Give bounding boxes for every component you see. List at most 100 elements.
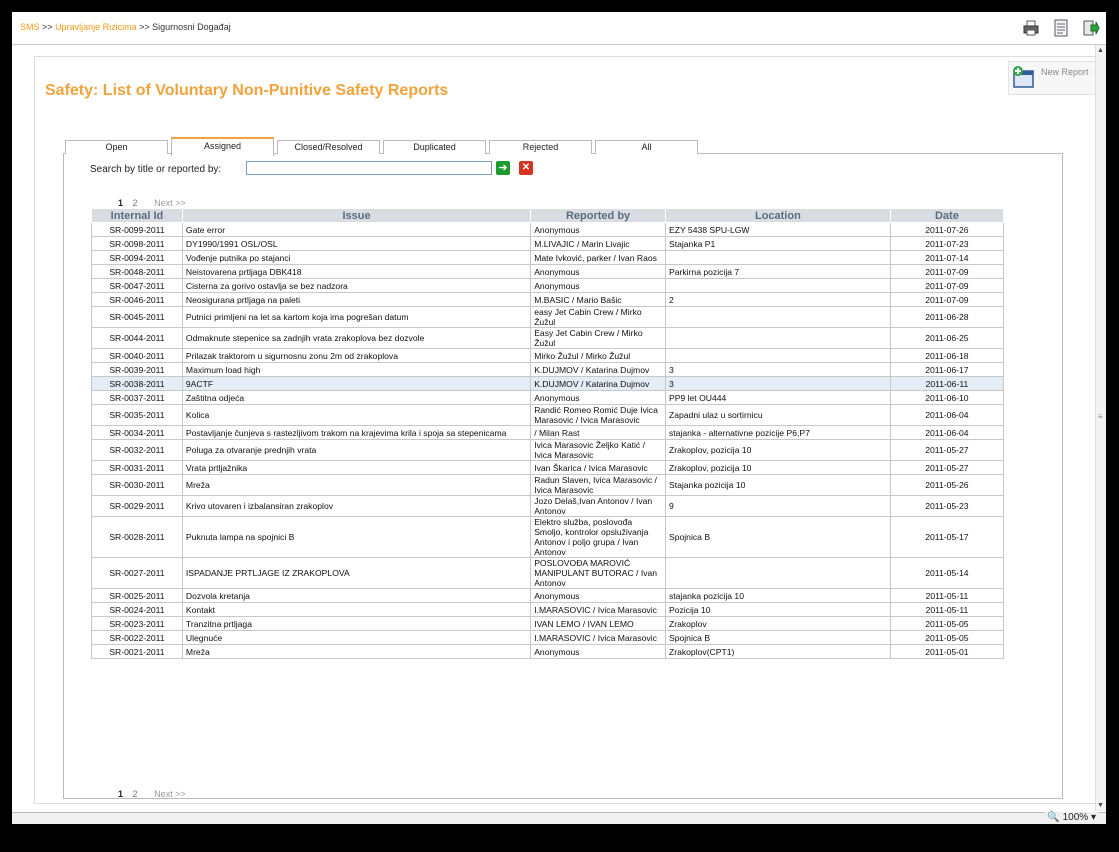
table-row[interactable]: SR-0032-2011 Poluga za otvaranje prednjih… (91, 439, 1005, 461)
cell-internal-id[interactable]: SR-0037-2011 (91, 390, 183, 405)
table-row[interactable]: SR-0098-2011 DY1990/1991 OSL/OSL M.LIVAJIC… (91, 236, 1005, 251)
cell-issue[interactable]: Mreža (181, 474, 532, 496)
cell-issue[interactable]: 9ACTF (181, 376, 532, 391)
cell-issue[interactable]: Krivo utovaren i izbalansiran zrakoplov (181, 495, 532, 517)
cell-internal-id[interactable]: SR-0098-2011 (91, 236, 183, 251)
scroll-grip-icon[interactable]: ≡ (1098, 412, 1103, 421)
cell-internal-id[interactable]: SR-0035-2011 (91, 404, 183, 426)
cell-issue[interactable]: ISPADANJE PRTLJAGE IZ ZRAKOPLOVA (181, 557, 532, 589)
table-row[interactable]: SR-0047-2011 Cisterna za gorivo ostavlja … (91, 278, 1005, 293)
table-row[interactable]: SR-0048-2011 Neistovarena prtljaga DBK418… (91, 264, 1005, 279)
cell-issue[interactable]: Ulegnuće (181, 630, 532, 645)
cell-internal-id[interactable]: SR-0025-2011 (91, 588, 183, 603)
cell-internal-id[interactable]: SR-0039-2011 (91, 362, 183, 377)
cell-issue[interactable]: Gate error (181, 222, 532, 237)
new-report-button[interactable]: New Report (1008, 61, 1097, 95)
tab-open[interactable]: Open (65, 140, 168, 154)
printer-icon[interactable] (1022, 19, 1040, 37)
column-header-issue[interactable]: Issue (181, 208, 532, 223)
table-row[interactable]: SR-0094-2011 Vođenje putnika po stajanci M… (91, 250, 1005, 265)
column-header-location[interactable]: Location (664, 208, 891, 223)
search-clear-button[interactable]: ✕ (519, 161, 533, 175)
cell-issue[interactable]: Neosigurana prtljaga na paleti (181, 292, 532, 307)
table-row[interactable]: SR-0021-2011 Mreža Anonymous Zrakoplov(CPT1… (91, 644, 1005, 659)
table-row[interactable]: SR-0024-2011 Kontakt I.MARASOVIC / Ivica M… (91, 602, 1005, 617)
search-input[interactable] (246, 161, 492, 175)
cell-internal-id[interactable]: SR-0094-2011 (91, 250, 183, 265)
cell-issue[interactable]: DY1990/1991 OSL/OSL (181, 236, 532, 251)
cell-internal-id[interactable]: SR-0030-2011 (91, 474, 183, 496)
table-row[interactable]: SR-0025-2011 Dozvola kretanja Anonymous sta… (91, 588, 1005, 603)
document-icon[interactable] (1052, 19, 1070, 37)
table-row[interactable]: SR-0028-2011 Puknuta lampa na spojnici BE… (91, 516, 1005, 558)
table-row[interactable]: SR-0034-2011 Postavljanje čunjeva s raste… (91, 425, 1005, 440)
zoom-control[interactable]: 🔍 100% ▾ (1045, 812, 1098, 823)
cell-issue[interactable]: Putnici primljeni na let sa kartom koja … (181, 306, 532, 328)
cell-internal-id[interactable]: SR-0048-2011 (91, 264, 183, 279)
cell-issue[interactable]: Postavljanje čunjeva s rastezljivom trak… (181, 425, 532, 440)
tab-rejected[interactable]: Rejected (489, 140, 592, 154)
column-header-reported-by[interactable]: Reported by (530, 208, 666, 223)
table-row[interactable]: SR-0023-2011 Tranzitna prtljaga IVAN LEMO … (91, 616, 1005, 631)
cell-internal-id[interactable]: SR-0099-2011 (91, 222, 183, 237)
cell-internal-id[interactable]: SR-0027-2011 (91, 557, 183, 589)
cell-issue[interactable]: Vođenje putnika po stajanci (181, 250, 532, 265)
cell-internal-id[interactable]: SR-0028-2011 (91, 516, 183, 558)
cell-internal-id[interactable]: SR-0040-2011 (91, 348, 183, 363)
table-row[interactable]: SR-0044-2011 Odmaknute stepenice sa zadnj… (91, 327, 1005, 349)
vertical-scrollbar[interactable]: ▲ ≡ ▼ (1095, 45, 1106, 811)
tab-closed-resolved[interactable]: Closed/Resolved (277, 140, 380, 154)
breadcrumb-section-link[interactable]: Upravljanje Rizicima (55, 22, 137, 32)
cell-internal-id[interactable]: SR-0044-2011 (91, 327, 183, 349)
table-row[interactable]: SR-0022-2011 Ulegnuće I.MARASOVIC / Ivica … (91, 630, 1005, 645)
table-row[interactable]: SR-0099-2011 Gate error Anonymous EZY 5438 … (91, 222, 1005, 237)
cell-internal-id[interactable]: SR-0038-2011 (91, 376, 183, 391)
table-row[interactable]: SR-0039-2011 Maximum load high K.DUJMOV / … (91, 362, 1005, 377)
page-link[interactable]: 2 (133, 789, 138, 799)
cell-issue[interactable]: Kolica (181, 404, 532, 426)
table-row[interactable]: SR-0035-2011 Kolica Randić Romeo Romić Duj… (91, 404, 1005, 426)
cell-internal-id[interactable]: SR-0029-2011 (91, 495, 183, 517)
cell-issue[interactable]: Puknuta lampa na spojnici B (181, 516, 532, 558)
scroll-up-icon[interactable]: ▲ (1097, 47, 1104, 54)
page-link[interactable]: 2 (133, 198, 138, 208)
cell-internal-id[interactable]: SR-0045-2011 (91, 306, 183, 328)
table-row[interactable]: SR-0037-2011 Zaštitna odjeća Anonymous PP9 … (91, 390, 1005, 405)
cell-issue[interactable]: Vrata prtljažnika (181, 460, 532, 475)
scroll-down-icon[interactable]: ▼ (1097, 802, 1104, 809)
cell-internal-id[interactable]: SR-0032-2011 (91, 439, 183, 461)
cell-issue[interactable]: Dozvola kretanja (181, 588, 532, 603)
exit-icon[interactable] (1082, 19, 1100, 37)
cell-issue[interactable]: Maximum load high (181, 362, 532, 377)
cell-issue[interactable]: Prilazak traktorom u sigurnosnu zonu 2m … (181, 348, 532, 363)
search-go-button[interactable]: ➜ (496, 161, 510, 175)
cell-internal-id[interactable]: SR-0023-2011 (91, 616, 183, 631)
cell-issue[interactable]: Poluga za otvaranje prednjih vrata (181, 439, 532, 461)
next-page-link[interactable]: Next >> (154, 789, 186, 799)
cell-issue[interactable]: Odmaknute stepenice sa zadnjih vrata zra… (181, 327, 532, 349)
table-row[interactable]: SR-0027-2011 ISPADANJE PRTLJAGE IZ ZRAKOP… (91, 557, 1005, 589)
table-row[interactable]: SR-0029-2011 Krivo utovaren i izbalansira… (91, 495, 1005, 517)
table-row[interactable]: SR-0030-2011 Mreža Radun Slaven, Ivica Mar… (91, 474, 1005, 496)
tab-all[interactable]: All (595, 140, 698, 154)
table-row[interactable]: SR-0046-2011 Neosigurana prtljaga na pale… (91, 292, 1005, 307)
cell-internal-id[interactable]: SR-0047-2011 (91, 278, 183, 293)
cell-internal-id[interactable]: SR-0034-2011 (91, 425, 183, 440)
cell-internal-id[interactable]: SR-0024-2011 (91, 602, 183, 617)
table-row[interactable]: SR-0038-2011 9ACTF K.DUJMOV / Katarina Duj… (91, 376, 1005, 391)
tab-assigned[interactable]: Assigned (171, 137, 274, 156)
breadcrumb-root-link[interactable]: SMS (20, 22, 40, 32)
table-row[interactable]: SR-0045-2011 Putnici primljeni na let sa … (91, 306, 1005, 328)
cell-issue[interactable]: Neistovarena prtljaga DBK418 (181, 264, 532, 279)
cell-internal-id[interactable]: SR-0021-2011 (91, 644, 183, 659)
table-row[interactable]: SR-0040-2011 Prilazak traktorom u sigurno… (91, 348, 1005, 363)
next-page-link[interactable]: Next >> (154, 198, 186, 208)
cell-issue[interactable]: Zaštitna odjeća (181, 390, 532, 405)
cell-issue[interactable]: Kontakt (181, 602, 532, 617)
cell-internal-id[interactable]: SR-0031-2011 (91, 460, 183, 475)
tab-duplicated[interactable]: Duplicated (383, 140, 486, 154)
cell-internal-id[interactable]: SR-0046-2011 (91, 292, 183, 307)
cell-issue[interactable]: Cisterna za gorivo ostavlja se bez nadzo… (181, 278, 532, 293)
cell-issue[interactable]: Mreža (181, 644, 532, 659)
column-header-date[interactable]: Date (889, 208, 1005, 223)
